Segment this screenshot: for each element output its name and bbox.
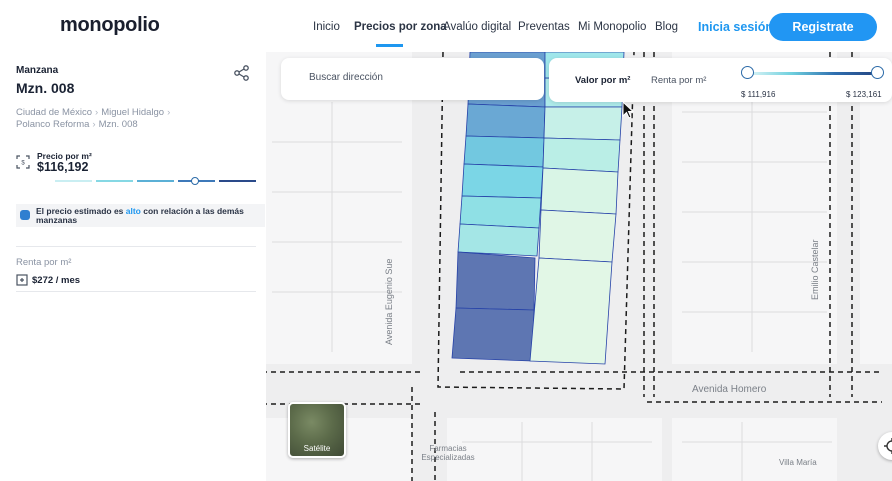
rent-label: Renta por m² — [16, 257, 72, 268]
nav-blog[interactable]: Blog — [655, 21, 678, 33]
crosshair-icon — [884, 438, 892, 454]
price-scale-segment — [219, 180, 256, 182]
nav-avaluo-digital[interactable]: Avalúo digital — [443, 21, 511, 33]
map-graphic — [262, 52, 892, 481]
place-farmacias: Farmacias Especializadas — [421, 444, 475, 462]
chevron-right-icon: › — [167, 107, 171, 118]
login-link[interactable]: Inicia sesión — [698, 20, 773, 34]
satellite-label: Satélite — [303, 444, 331, 453]
rent-value: $272 / mes — [32, 275, 81, 286]
info-icon — [20, 210, 30, 220]
rent-icon — [16, 274, 28, 286]
nav-mi-monopolio[interactable]: Mi Monopolio — [578, 21, 646, 33]
breadcrumb: Ciudad de México › Miguel Hidalgo › Polanco… — [16, 107, 173, 131]
street-emilio-castelar: Emilio Castelar — [810, 239, 820, 300]
price-value: $116,192 — [37, 160, 89, 174]
mouse-cursor-icon — [622, 101, 634, 119]
range-max-handle[interactable] — [871, 66, 884, 79]
nav-preventas[interactable]: Preventas — [518, 21, 570, 33]
price-range-bar — [748, 72, 878, 75]
nav-precios-por-zona[interactable]: Precios por zona — [354, 21, 447, 33]
svg-text:$: $ — [21, 161, 25, 167]
register-button[interactable]: Registrate — [769, 13, 877, 41]
price-notice: El precio estimado es alto con relación … — [16, 204, 265, 227]
divider — [16, 246, 256, 247]
locate-me-button[interactable] — [878, 432, 892, 460]
price-scale-segment — [55, 180, 92, 182]
street-avenida-eugenio-sue: Avenida Eugenio Sue — [384, 258, 394, 345]
chevron-right-icon: › — [95, 107, 99, 118]
breadcrumb-current: Mzn. 008 — [98, 119, 138, 130]
search-card — [281, 58, 544, 100]
panel-title: Mzn. 008 — [16, 80, 75, 96]
satellite-toggle[interactable]: Satélite — [288, 402, 346, 458]
divider — [16, 291, 256, 292]
share-icon[interactable] — [233, 64, 251, 82]
price-notice-text: El precio estimado es alto con relación … — [36, 206, 244, 225]
map-canvas[interactable] — [262, 52, 892, 481]
top-header: monopolio Inicio Precios por zona Avalúo… — [0, 0, 892, 52]
breadcrumb-item[interactable]: Polanco Reforma — [16, 119, 89, 130]
value-toggle-card: Valor por m² Renta por m² $ 111,916 $ 12… — [549, 58, 892, 102]
breadcrumb-item[interactable]: Ciudad de México — [16, 107, 92, 118]
street-avenida-homero: Avenida Homero — [692, 384, 767, 395]
manzana-panel: Manzana Mzn. 008 Ciudad de México › Miguel… — [4, 52, 266, 481]
range-max-label: $ 123,161 — [846, 90, 882, 99]
monopolio-logo[interactable]: monopolio — [60, 14, 160, 37]
nav-inicio[interactable]: Inicio — [313, 21, 340, 33]
range-min-handle[interactable] — [741, 66, 754, 79]
chevron-right-icon: › — [92, 119, 96, 130]
breadcrumb-item[interactable]: Miguel Hidalgo — [101, 107, 164, 118]
price-scale-marker — [191, 177, 199, 185]
panel-type-label: Manzana — [16, 65, 59, 76]
price-scale — [55, 177, 256, 185]
nav-active-indicator — [376, 44, 403, 47]
price-scale-segment — [137, 180, 174, 182]
toggle-renta-por-m2[interactable]: Renta por m² — [651, 75, 706, 86]
area-measure-icon: $ — [16, 155, 30, 169]
toggle-valor-por-m2[interactable]: Valor por m² — [575, 75, 630, 86]
search-input[interactable] — [309, 72, 509, 83]
price-scale-segment — [96, 180, 133, 182]
range-min-label: $ 111,916 — [741, 90, 776, 99]
place-villa-maria: Villa María — [779, 458, 817, 467]
